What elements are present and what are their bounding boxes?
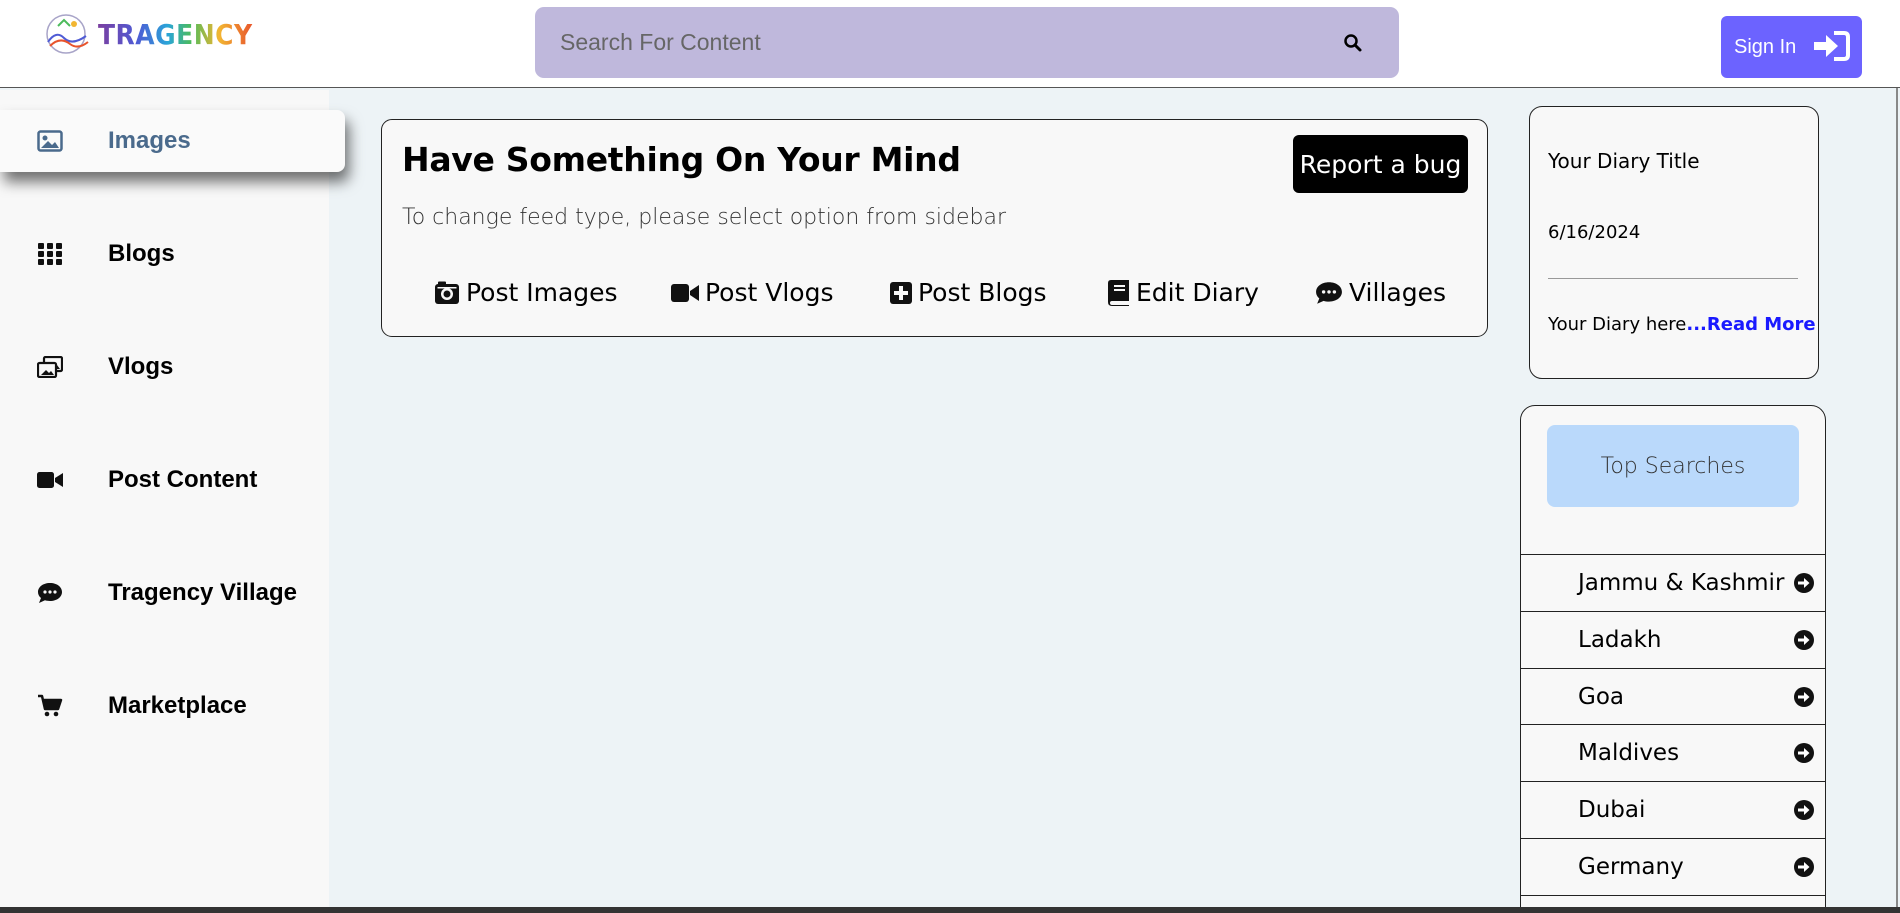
post-actions: Post Images Post Vlogs Post Blogs Edit D… (382, 278, 1487, 318)
arrow-circle-right-icon (1794, 857, 1814, 877)
card-title: Have Something On Your Mind (402, 140, 961, 179)
top-search-item[interactable]: Goa (1521, 668, 1825, 725)
logo-icon (46, 14, 89, 54)
sign-in-icon (1814, 31, 1850, 61)
top-searches-heading: Top Searches (1547, 425, 1799, 507)
arrow-circle-right-icon (1794, 573, 1814, 593)
camera-icon (435, 281, 459, 304)
search-icon[interactable] (1343, 33, 1363, 53)
divider (1548, 278, 1798, 279)
sidebar-item-label: Tragency Village (108, 579, 297, 606)
top-search-label: Dubai (1578, 797, 1646, 823)
sidebar-item-marketplace[interactable]: Marketplace (0, 675, 345, 737)
sidebar-item-vlogs[interactable]: Vlogs (0, 336, 345, 398)
diary-text: Your Diary here (1548, 314, 1687, 335)
card-subtitle: To change feed type, please select optio… (402, 205, 1007, 230)
top-search-label: Maldives (1578, 740, 1680, 766)
sidebar-item-label: Vlogs (108, 353, 174, 380)
sidebar-item-label: Blogs (108, 240, 175, 267)
sidebar-item-images[interactable]: Images (0, 110, 345, 172)
chat-icon (1316, 281, 1342, 304)
arrow-circle-right-icon (1794, 630, 1814, 650)
sign-in-button[interactable]: Sign In (1721, 16, 1862, 78)
top-search-label: Jammu & Kashmir (1578, 570, 1785, 596)
search-bar (535, 7, 1399, 78)
top-search-item[interactable]: Germany (1521, 838, 1825, 895)
action-label: Post Vlogs (705, 278, 834, 307)
post-images-button[interactable]: Post Images (434, 278, 618, 307)
top-search-label: Ladakh (1578, 627, 1662, 653)
action-label: Post Blogs (918, 278, 1047, 307)
top-search-label: Germany (1578, 854, 1684, 880)
top-header: TRAGENCY Sign In (0, 0, 1900, 88)
diary-date: 6/16/2024 (1548, 222, 1641, 243)
sidebar-item-label: Marketplace (108, 692, 247, 719)
edit-diary-button[interactable]: Edit Diary (1108, 278, 1259, 307)
video-icon (37, 467, 63, 493)
sidebar: Images Blogs Vlogs Post Content Tragency… (0, 90, 345, 908)
sidebar-item-label: Images (108, 127, 191, 154)
action-label: Edit Diary (1136, 278, 1259, 307)
sign-in-label: Sign In (1734, 35, 1797, 58)
diary-body: Your Diary here...Read More (1548, 314, 1816, 335)
photo-stack-icon (37, 354, 63, 380)
image-icon (37, 128, 63, 154)
action-label: Villages (1349, 278, 1446, 307)
top-search-item[interactable]: Dubai (1521, 781, 1825, 838)
sidebar-item-tragency-village[interactable]: Tragency Village (0, 562, 345, 624)
arrow-circle-right-icon (1794, 800, 1814, 820)
scrollbar[interactable] (1896, 88, 1898, 908)
logo[interactable]: TRAGENCY (42, 12, 253, 56)
arrow-circle-right-icon (1794, 743, 1814, 763)
cart-icon (37, 693, 63, 719)
book-icon (1108, 279, 1129, 306)
read-more-link[interactable]: ...Read More (1686, 314, 1815, 335)
sidebar-item-label: Post Content (108, 466, 258, 493)
video-icon (671, 283, 699, 302)
top-search-item[interactable]: Jammu & Kashmir (1521, 554, 1825, 611)
chat-icon (37, 580, 63, 606)
diary-title: Your Diary Title (1548, 149, 1700, 173)
action-label: Post Images (466, 278, 618, 307)
top-search-label: Goa (1578, 684, 1624, 710)
arrow-circle-right-icon (1794, 687, 1814, 707)
top-search-item[interactable]: Ladakh (1521, 611, 1825, 668)
post-prompt-card: Have Something On Your Mind To change fe… (381, 119, 1488, 337)
villages-button[interactable]: Villages (1315, 278, 1446, 307)
top-searches-panel: Top Searches Jammu & Kashmir Ladakh Goa … (1520, 405, 1826, 913)
diary-card: Your Diary Title 6/16/2024 Your Diary he… (1529, 106, 1819, 379)
search-input[interactable] (535, 29, 1315, 56)
report-bug-button[interactable]: Report a bug (1293, 135, 1468, 193)
plus-square-icon (890, 281, 912, 304)
post-vlogs-button[interactable]: Post Vlogs (671, 278, 834, 307)
logo-text: TRAGENCY (98, 18, 253, 50)
top-search-item[interactable]: Maldives (1521, 724, 1825, 781)
post-blogs-button[interactable]: Post Blogs (890, 278, 1047, 307)
sidebar-item-blogs[interactable]: Blogs (0, 223, 345, 285)
grid-icon (37, 241, 63, 267)
sidebar-item-post-content[interactable]: Post Content (0, 449, 345, 511)
bottom-edge (0, 907, 1900, 913)
